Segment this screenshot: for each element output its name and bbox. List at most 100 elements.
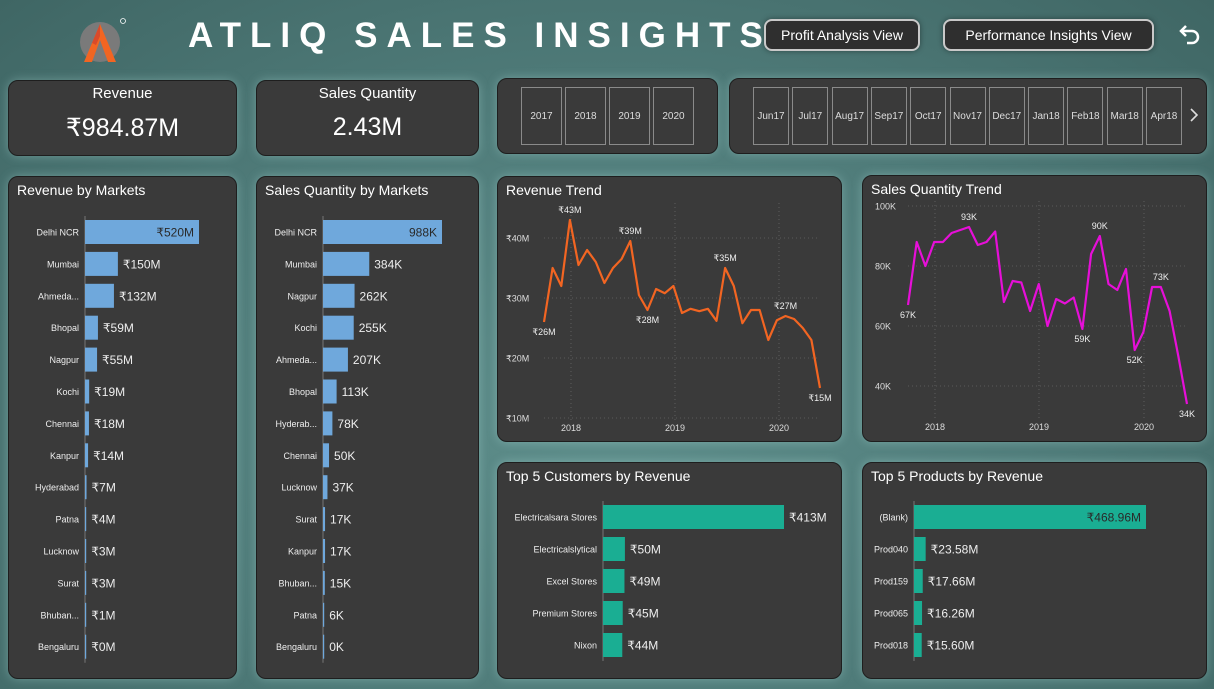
performance-insights-view-button[interactable]: Performance Insights View bbox=[943, 19, 1154, 51]
bar bbox=[323, 251, 370, 276]
month-slicer-item[interactable]: Nov 17 bbox=[949, 87, 986, 145]
month-year-label: 17 bbox=[1010, 110, 1022, 122]
category-label: Nagpur bbox=[287, 291, 317, 301]
profit-analysis-view-button[interactable]: Profit Analysis View bbox=[764, 19, 920, 51]
category-label: (Blank) bbox=[879, 513, 908, 523]
quantity-kpi-card: Sales Quantity 2.43M bbox=[256, 80, 479, 156]
data-label: 73K bbox=[1153, 272, 1169, 282]
month-year-label: 17 bbox=[892, 110, 904, 122]
y-tick-label: 100K bbox=[875, 202, 896, 212]
data-label: 207K bbox=[353, 353, 381, 367]
data-label: ₹15M bbox=[808, 393, 831, 403]
year-slicer-item[interactable]: 2019 bbox=[609, 87, 650, 145]
year-slicer-item[interactable]: 2018 bbox=[565, 87, 606, 145]
month-label: Mar bbox=[1110, 110, 1128, 122]
quantity-kpi-value: 2.43M bbox=[332, 113, 403, 141]
year-slicer-item[interactable]: 2020 bbox=[653, 87, 694, 145]
month-year-label: 17 bbox=[811, 110, 823, 122]
bar bbox=[85, 411, 89, 436]
category-label: Chennai bbox=[283, 451, 317, 461]
data-label: ₹28M bbox=[636, 315, 659, 325]
data-label: 988K bbox=[409, 226, 437, 240]
bar bbox=[85, 379, 90, 404]
data-label: ₹16.26M bbox=[927, 607, 975, 621]
data-label: ₹50M bbox=[630, 543, 661, 557]
data-label: ₹39M bbox=[619, 226, 642, 236]
data-label: 67K bbox=[900, 310, 916, 320]
y-tick-label: ₹30M bbox=[506, 294, 529, 304]
data-label: 6K bbox=[329, 608, 344, 622]
month-slicer-item[interactable]: Jan 18 bbox=[1028, 87, 1065, 145]
revenue-by-markets-panel: Revenue by Markets Delhi NCR ₹520M Mumbai ₹… bbox=[8, 176, 237, 679]
year-slicer-item[interactable]: 2017 bbox=[521, 87, 562, 145]
month-slicer-item[interactable]: Oct 17 bbox=[910, 87, 947, 145]
bar bbox=[85, 539, 87, 563]
category-label: Bhuban... bbox=[40, 610, 79, 620]
month-slicer-item[interactable]: Apr 18 bbox=[1146, 87, 1182, 145]
data-label: ₹19M bbox=[94, 385, 125, 399]
quantity-trend-panel: Sales Quantity Trend 40K 60K 80K 100K 2018 20… bbox=[862, 175, 1207, 442]
data-label: 90K bbox=[1092, 221, 1108, 231]
x-tick-label: 2019 bbox=[1029, 422, 1049, 432]
data-label: ₹520M bbox=[156, 226, 194, 240]
category-label: Kanpur bbox=[288, 547, 317, 557]
revenue-by-markets-chart: Delhi NCR ₹520M Mumbai ₹150M Ahmeda... ₹132M B… bbox=[35, 216, 199, 663]
data-label: 17K bbox=[330, 545, 351, 559]
month-year-label: 17 bbox=[773, 110, 785, 122]
month-label: Feb bbox=[1071, 110, 1089, 122]
chevron-right-icon[interactable] bbox=[1188, 107, 1200, 123]
data-label: ₹55M bbox=[102, 353, 133, 367]
bar bbox=[85, 602, 87, 627]
bar bbox=[914, 569, 923, 593]
bar bbox=[85, 570, 87, 595]
bar bbox=[323, 347, 348, 372]
month-slicer-item[interactable]: Jul 17 bbox=[792, 87, 829, 145]
data-label: ₹44M bbox=[627, 639, 658, 653]
y-tick-label: 40K bbox=[875, 382, 891, 392]
bar bbox=[323, 443, 330, 468]
data-label: 37K bbox=[332, 481, 353, 495]
category-label: Prod040 bbox=[874, 545, 908, 555]
data-label: ₹150M bbox=[123, 257, 161, 271]
data-label: ₹18M bbox=[94, 417, 125, 431]
month-slicer-item[interactable]: Aug 17 bbox=[831, 87, 868, 145]
data-label: 384K bbox=[374, 257, 402, 271]
category-label: Bhopal bbox=[289, 387, 317, 397]
x-tick-label: 2020 bbox=[769, 423, 789, 433]
category-label: Lucknow bbox=[43, 547, 79, 557]
category-label: Kochi bbox=[294, 323, 317, 333]
category-label: Prod159 bbox=[874, 577, 908, 587]
data-label: 50K bbox=[334, 449, 355, 463]
category-label: Kanpur bbox=[50, 451, 79, 461]
bar bbox=[603, 569, 625, 593]
month-slicer-item[interactable]: Sep 17 bbox=[870, 87, 907, 145]
month-slicer-item[interactable]: Jun 17 bbox=[753, 87, 789, 145]
month-slicer-item[interactable]: Dec 17 bbox=[988, 87, 1025, 145]
data-label: 255K bbox=[359, 321, 387, 335]
category-label: Patna bbox=[55, 515, 79, 525]
category-label: Bengaluru bbox=[38, 642, 79, 652]
bar bbox=[85, 251, 118, 276]
bar bbox=[323, 634, 325, 659]
x-tick-label: 2019 bbox=[665, 423, 685, 433]
x-tick-label: 2020 bbox=[1134, 422, 1154, 432]
month-slicer-item[interactable]: Mar 18 bbox=[1106, 87, 1143, 145]
bar bbox=[85, 347, 98, 372]
quantity-kpi-label: Sales Quantity bbox=[318, 85, 417, 102]
data-label: ₹27M bbox=[774, 301, 797, 311]
data-label: 93K bbox=[961, 212, 977, 222]
bar bbox=[85, 443, 89, 468]
category-label: Surat bbox=[295, 515, 317, 525]
app-title: ATLIQ SALES INSIGHTS bbox=[188, 16, 772, 55]
data-label: ₹15.60M bbox=[927, 639, 975, 653]
back-arrow-icon[interactable] bbox=[1176, 22, 1202, 48]
category-label: Electricalsara Stores bbox=[514, 513, 597, 523]
category-label: Surat bbox=[57, 578, 79, 588]
month-slicer-item[interactable]: Feb 18 bbox=[1067, 87, 1104, 145]
y-tick-label: 80K bbox=[875, 262, 891, 272]
bar bbox=[323, 411, 333, 436]
month-year-label: 17 bbox=[930, 110, 942, 122]
revenue-trend-chart: ₹10M ₹20M ₹30M ₹40M 2018 2019 2020 ₹26M ₹43M ₹39M… bbox=[506, 203, 832, 433]
category-label: Delhi NCR bbox=[274, 228, 317, 238]
month-year-label: 18 bbox=[1088, 110, 1100, 122]
